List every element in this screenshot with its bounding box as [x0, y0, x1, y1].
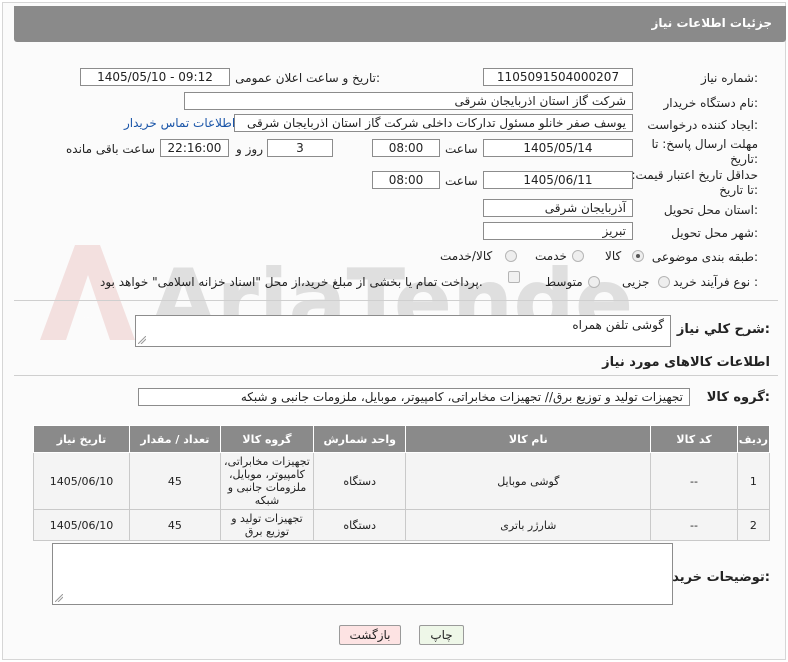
province-label: استان محل تحویل: [663, 203, 758, 217]
table-row: 2 -- شارژر باتری دستگاه تجهیزات تولید و … [33, 509, 771, 541]
process-type-label: نوع فرآیند خرید : [673, 275, 758, 289]
description-text: گوشی تلفن همراه [572, 318, 664, 332]
remaining-time-field: 22:16:00 [160, 139, 229, 157]
quantity-cell: 45 [129, 509, 221, 541]
category-option-goods: کالا [605, 249, 622, 263]
deadline-label: مهلت ارسال پاسخ: تا تاریخ: [651, 137, 758, 166]
category-radio-service[interactable] [572, 250, 584, 262]
buyer-org-field: شرکت گاز استان اذربایجان شرقی [184, 92, 633, 110]
goods-table-header-row: ردیف کد کالا نام کالا واحد شمارش گروه کا… [33, 425, 771, 453]
col-row-number: ردیف [736, 425, 771, 453]
section-divider [14, 300, 778, 301]
price-validity-time-field: 08:00 [372, 171, 440, 189]
price-validity-date-field: 1405/06/11 [483, 171, 633, 189]
col-item-name: نام کالا [405, 425, 652, 453]
goods-group-label: گروه کالا: [706, 390, 770, 405]
process-radio-medium[interactable] [588, 276, 600, 288]
col-item-group: گروه کالا [219, 425, 315, 453]
table-row: 1 -- گوشی موبایل دستگاه تجهیزات مخابراتی… [33, 452, 771, 510]
item-name-cell: گوشی موبایل [405, 452, 652, 510]
city-label: شهر محل تحویل: [671, 226, 758, 240]
buyer-notes-textarea[interactable] [52, 543, 673, 605]
city-field: تبریز [483, 222, 633, 240]
description-textarea[interactable]: گوشی تلفن همراه [135, 315, 671, 347]
need-number-field: 1105091504000207 [483, 68, 633, 86]
page-header: جزئیات اطلاعات نیاز [14, 6, 786, 42]
category-option-goods-service: کالا/خدمت [440, 249, 493, 263]
days-label: روز و [236, 142, 263, 156]
unit-cell: دستگاه [313, 452, 407, 510]
announce-date-field: 1405/05/10 - 09:12 [80, 68, 230, 86]
need-date-cell: 1405/06/10 [33, 452, 130, 510]
item-group-cell: تجهیزات تولید و توزیع برق [219, 509, 315, 541]
quantity-cell: 45 [129, 452, 221, 510]
item-code-cell: -- [650, 452, 738, 510]
goods-info-divider [14, 375, 778, 376]
creator-field: یوسف صفر خانلو مسئول تدارکات داخلی شرکت … [234, 114, 633, 132]
category-label: طبقه بندی موضوعی: [651, 250, 758, 264]
resize-grip-icon[interactable] [138, 336, 146, 344]
price-validity-label: حداقل تاریخ اعتبار قیمت: تا تاریخ: [631, 168, 758, 197]
item-code-cell: -- [650, 509, 738, 541]
unit-cell: دستگاه [313, 509, 407, 541]
announce-date-label: تاریخ و ساعت اعلان عمومی: [235, 71, 380, 85]
col-item-code: کد کالا [650, 425, 738, 453]
price-validity-time-label: ساعت [445, 174, 478, 188]
col-quantity: تعداد / مقدار [129, 425, 221, 453]
need-number-label: شماره نیاز: [700, 71, 758, 85]
buyer-contact-link[interactable]: اطلاعات تماس خریدار [124, 116, 235, 130]
print-button[interactable]: چاپ [419, 625, 464, 645]
process-radio-minor[interactable] [658, 276, 670, 288]
province-field: آذربایجان شرقی [483, 199, 633, 217]
goods-table: ردیف کد کالا نام کالا واحد شمارش گروه کا… [33, 425, 771, 541]
deadline-time-field: 08:00 [372, 139, 440, 157]
deadline-time-label: ساعت [445, 142, 478, 156]
page-title: جزئیات اطلاعات نیاز [651, 16, 772, 30]
row-number-cell: 2 [736, 509, 771, 541]
process-option-minor: جزیی [622, 275, 650, 289]
days-remaining-field: 3 [267, 139, 333, 157]
deadline-date-field: 1405/05/14 [483, 139, 633, 157]
goods-info-title: اطلاعات کالاهای مورد نیاز [602, 355, 770, 370]
treasury-payment-checkbox[interactable] [508, 271, 520, 283]
buyer-notes-label: توضیحات خریدار: [660, 570, 770, 585]
category-radio-goods[interactable] [632, 250, 644, 262]
creator-label: ایجاد کننده درخواست: [647, 118, 758, 132]
need-date-cell: 1405/06/10 [33, 509, 130, 541]
col-unit: واحد شمارش [313, 425, 407, 453]
resize-grip-icon[interactable] [55, 594, 63, 602]
back-button[interactable]: بازگشت [339, 625, 401, 645]
category-option-service: خدمت [535, 249, 567, 263]
treasury-payment-note: پرداخت تمام یا بخشی از مبلغ خرید،از محل … [100, 275, 483, 289]
goods-group-field: تجهیزات تولید و توزیع برق// تجهیزات مخاب… [138, 388, 690, 406]
description-label: شرح کلي نياز: [676, 322, 770, 337]
remaining-time-label: ساعت باقی مانده [66, 142, 156, 156]
buyer-org-label: نام دستگاه خریدار: [663, 96, 759, 110]
item-name-cell: شارژر باتری [405, 509, 652, 541]
process-option-medium: متوسط [545, 275, 583, 289]
col-need-date: تاریخ نیاز [33, 425, 130, 453]
row-number-cell: 1 [736, 452, 771, 510]
category-radio-goods-service[interactable] [505, 250, 517, 262]
item-group-cell: تجهیزات مخابراتی، کامپیوتر، موبایل، ملزو… [219, 452, 315, 510]
